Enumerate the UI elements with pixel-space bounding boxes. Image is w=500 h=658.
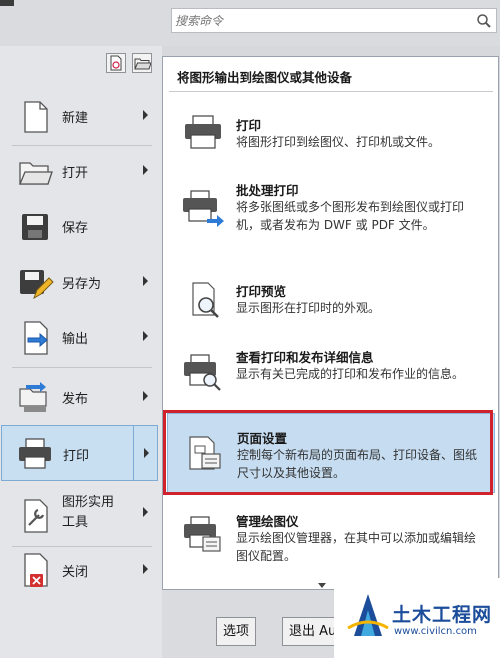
plot-details-icon [184,354,221,391]
submenu-item-title: 打印 [236,118,262,133]
recent-documents-button[interactable] [106,53,126,73]
exit-button[interactable]: 退出 Au [282,617,342,646]
options-button[interactable]: 选项 [216,617,256,646]
watermark-name: 土木工程网 [392,604,493,626]
top-strip [0,0,500,46]
new-file-icon [24,101,48,133]
menu-label-close: 关闭 [62,565,89,580]
menu-item-publish[interactable]: 发布 [6,373,158,423]
menu-item-new[interactable]: 新建 [6,92,158,142]
search-box[interactable] [171,8,497,33]
submenu-item-title: 批处理打印 [236,183,299,198]
menu-item-print[interactable]: 打印 [1,425,158,481]
chevron-right-icon [143,165,148,175]
submenu-item-title: 打印预览 [236,284,287,299]
print-icon [19,438,51,469]
chevron-right-icon [144,448,149,458]
open-documents-button[interactable] [132,53,152,73]
annotation-highlight-box [163,410,493,495]
print-submenu: 将图形输出到绘图仪或其他设备 打印 将图形打印到绘图仪、打印机或文件。 批处理打… [162,56,499,590]
menu-item-save-as[interactable]: 另存为 [6,258,158,308]
divider [12,367,152,368]
close-icon [24,553,48,587]
submenu-item-desc: 显示绘图仪管理器，在其中可以添加或编辑绘图仪配置。 [236,531,477,563]
submenu-item-title: 查看打印和发布详细信息 [236,350,374,365]
search-input[interactable] [174,10,470,31]
plotter-manager-icon [184,516,221,552]
chevron-right-icon [143,276,148,286]
watermark: 土木工程网 www.civilcn.com [334,578,500,658]
open-folder-icon [19,162,53,185]
menu-label-save: 保存 [62,221,89,236]
batch-plot-icon [183,190,224,227]
submenu-item-batch-plot[interactable]: 批处理打印 将多张图纸或多个图形发布到绘图仪或打印机，或者发布为 DWF 或 P… [167,173,495,253]
menu-label-print: 打印 [63,449,90,464]
menu-label-export: 输出 [62,332,89,347]
chevron-right-icon [143,331,148,341]
recent-documents-icon [110,55,122,71]
menu-item-close[interactable]: 关闭 [6,546,158,600]
menu-label-new: 新建 [62,111,89,126]
chevron-right-icon [143,110,148,120]
submenu-item-desc: 显示图形在打印时的外观。 [236,301,381,315]
submenu-item-plotter-manager[interactable]: 管理绘图仪 显示绘图仪管理器，在其中可以添加或编辑绘图仪配置。 [167,503,495,583]
save-icon [22,214,48,240]
divider [169,91,493,92]
menu-label-publish: 发布 [62,392,89,407]
watermark-url: www.civilcn.com [394,626,477,637]
menu-label-drawing-utilities: 图形实用工具 [62,495,115,530]
submenu-item-plot-details[interactable]: 查看打印和发布详细信息 显示有关已完成的打印和发布作业的信息。 [167,341,495,411]
chevron-right-icon [143,507,148,517]
publish-icon [19,382,47,412]
window-corner [0,0,14,6]
menu-label-open: 打开 [62,166,89,181]
drawing-utilities-icon [24,499,48,533]
save-as-icon [20,270,54,300]
divider [12,145,152,146]
menu-item-drawing-utilities[interactable]: 图形实用工具 [6,488,158,544]
menu-item-open[interactable]: 打开 [6,147,158,197]
open-documents-icon [134,58,152,70]
split-divider [133,426,134,480]
export-icon [24,321,48,355]
plot-preview-icon [192,282,219,318]
submenu-item-desc: 显示有关已完成的打印和发布作业的信息。 [236,367,465,381]
submenu-item-plot[interactable]: 打印 将图形打印到绘图仪、打印机或文件。 [167,105,495,165]
submenu-item-desc: 将图形打印到绘图仪、打印机或文件。 [236,135,441,149]
menu-label-save-as: 另存为 [62,277,102,292]
menu-item-save[interactable]: 保存 [6,202,158,252]
chevron-right-icon [143,564,148,574]
chevron-right-icon [143,391,148,401]
civilcn-logo-icon [347,594,389,636]
search-icon[interactable] [475,12,493,30]
scroll-down-icon[interactable] [318,583,326,588]
submenu-title: 将图形输出到绘图仪或其他设备 [177,70,353,85]
menu-item-export[interactable]: 输出 [6,313,158,363]
submenu-item-title: 管理绘图仪 [236,514,299,529]
submenu-item-plot-preview[interactable]: 打印预览 显示图形在打印时的外观。 [167,269,495,337]
plot-icon [185,115,221,149]
submenu-item-desc: 将多张图纸或多个图形发布到绘图仪或打印机，或者发布为 DWF 或 PDF 文件。 [236,200,465,232]
